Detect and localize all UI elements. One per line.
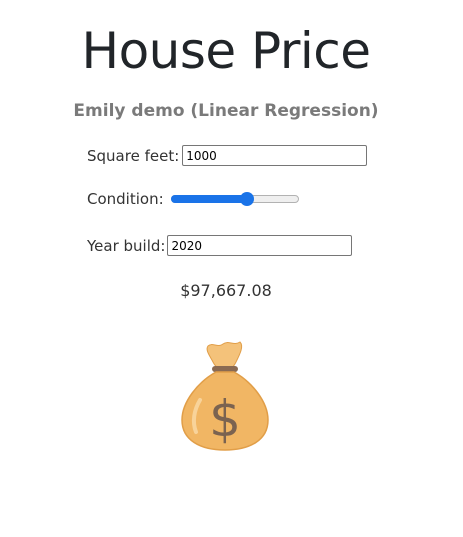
condition-label: Condition:	[87, 190, 164, 208]
slider-fill	[170, 195, 247, 203]
square-feet-input[interactable]	[182, 145, 368, 166]
svg-text:$: $	[209, 390, 241, 448]
slider-thumb[interactable]	[239, 192, 254, 206]
square-feet-row: Square feet:	[87, 145, 368, 166]
predicted-price: $97,667.08	[180, 281, 272, 300]
condition-slider[interactable]	[170, 191, 299, 207]
money-bag-icon: $	[181, 341, 269, 451]
page-subtitle: Emily demo (Linear Regression)	[73, 101, 379, 121]
page-title: House Price	[81, 22, 371, 80]
year-build-input[interactable]	[167, 235, 353, 256]
year-build-label: Year build:	[87, 236, 166, 255]
square-feet-label: Square feet:	[87, 146, 180, 165]
condition-row: Condition:	[87, 190, 299, 208]
year-build-row: Year build:	[87, 235, 353, 256]
